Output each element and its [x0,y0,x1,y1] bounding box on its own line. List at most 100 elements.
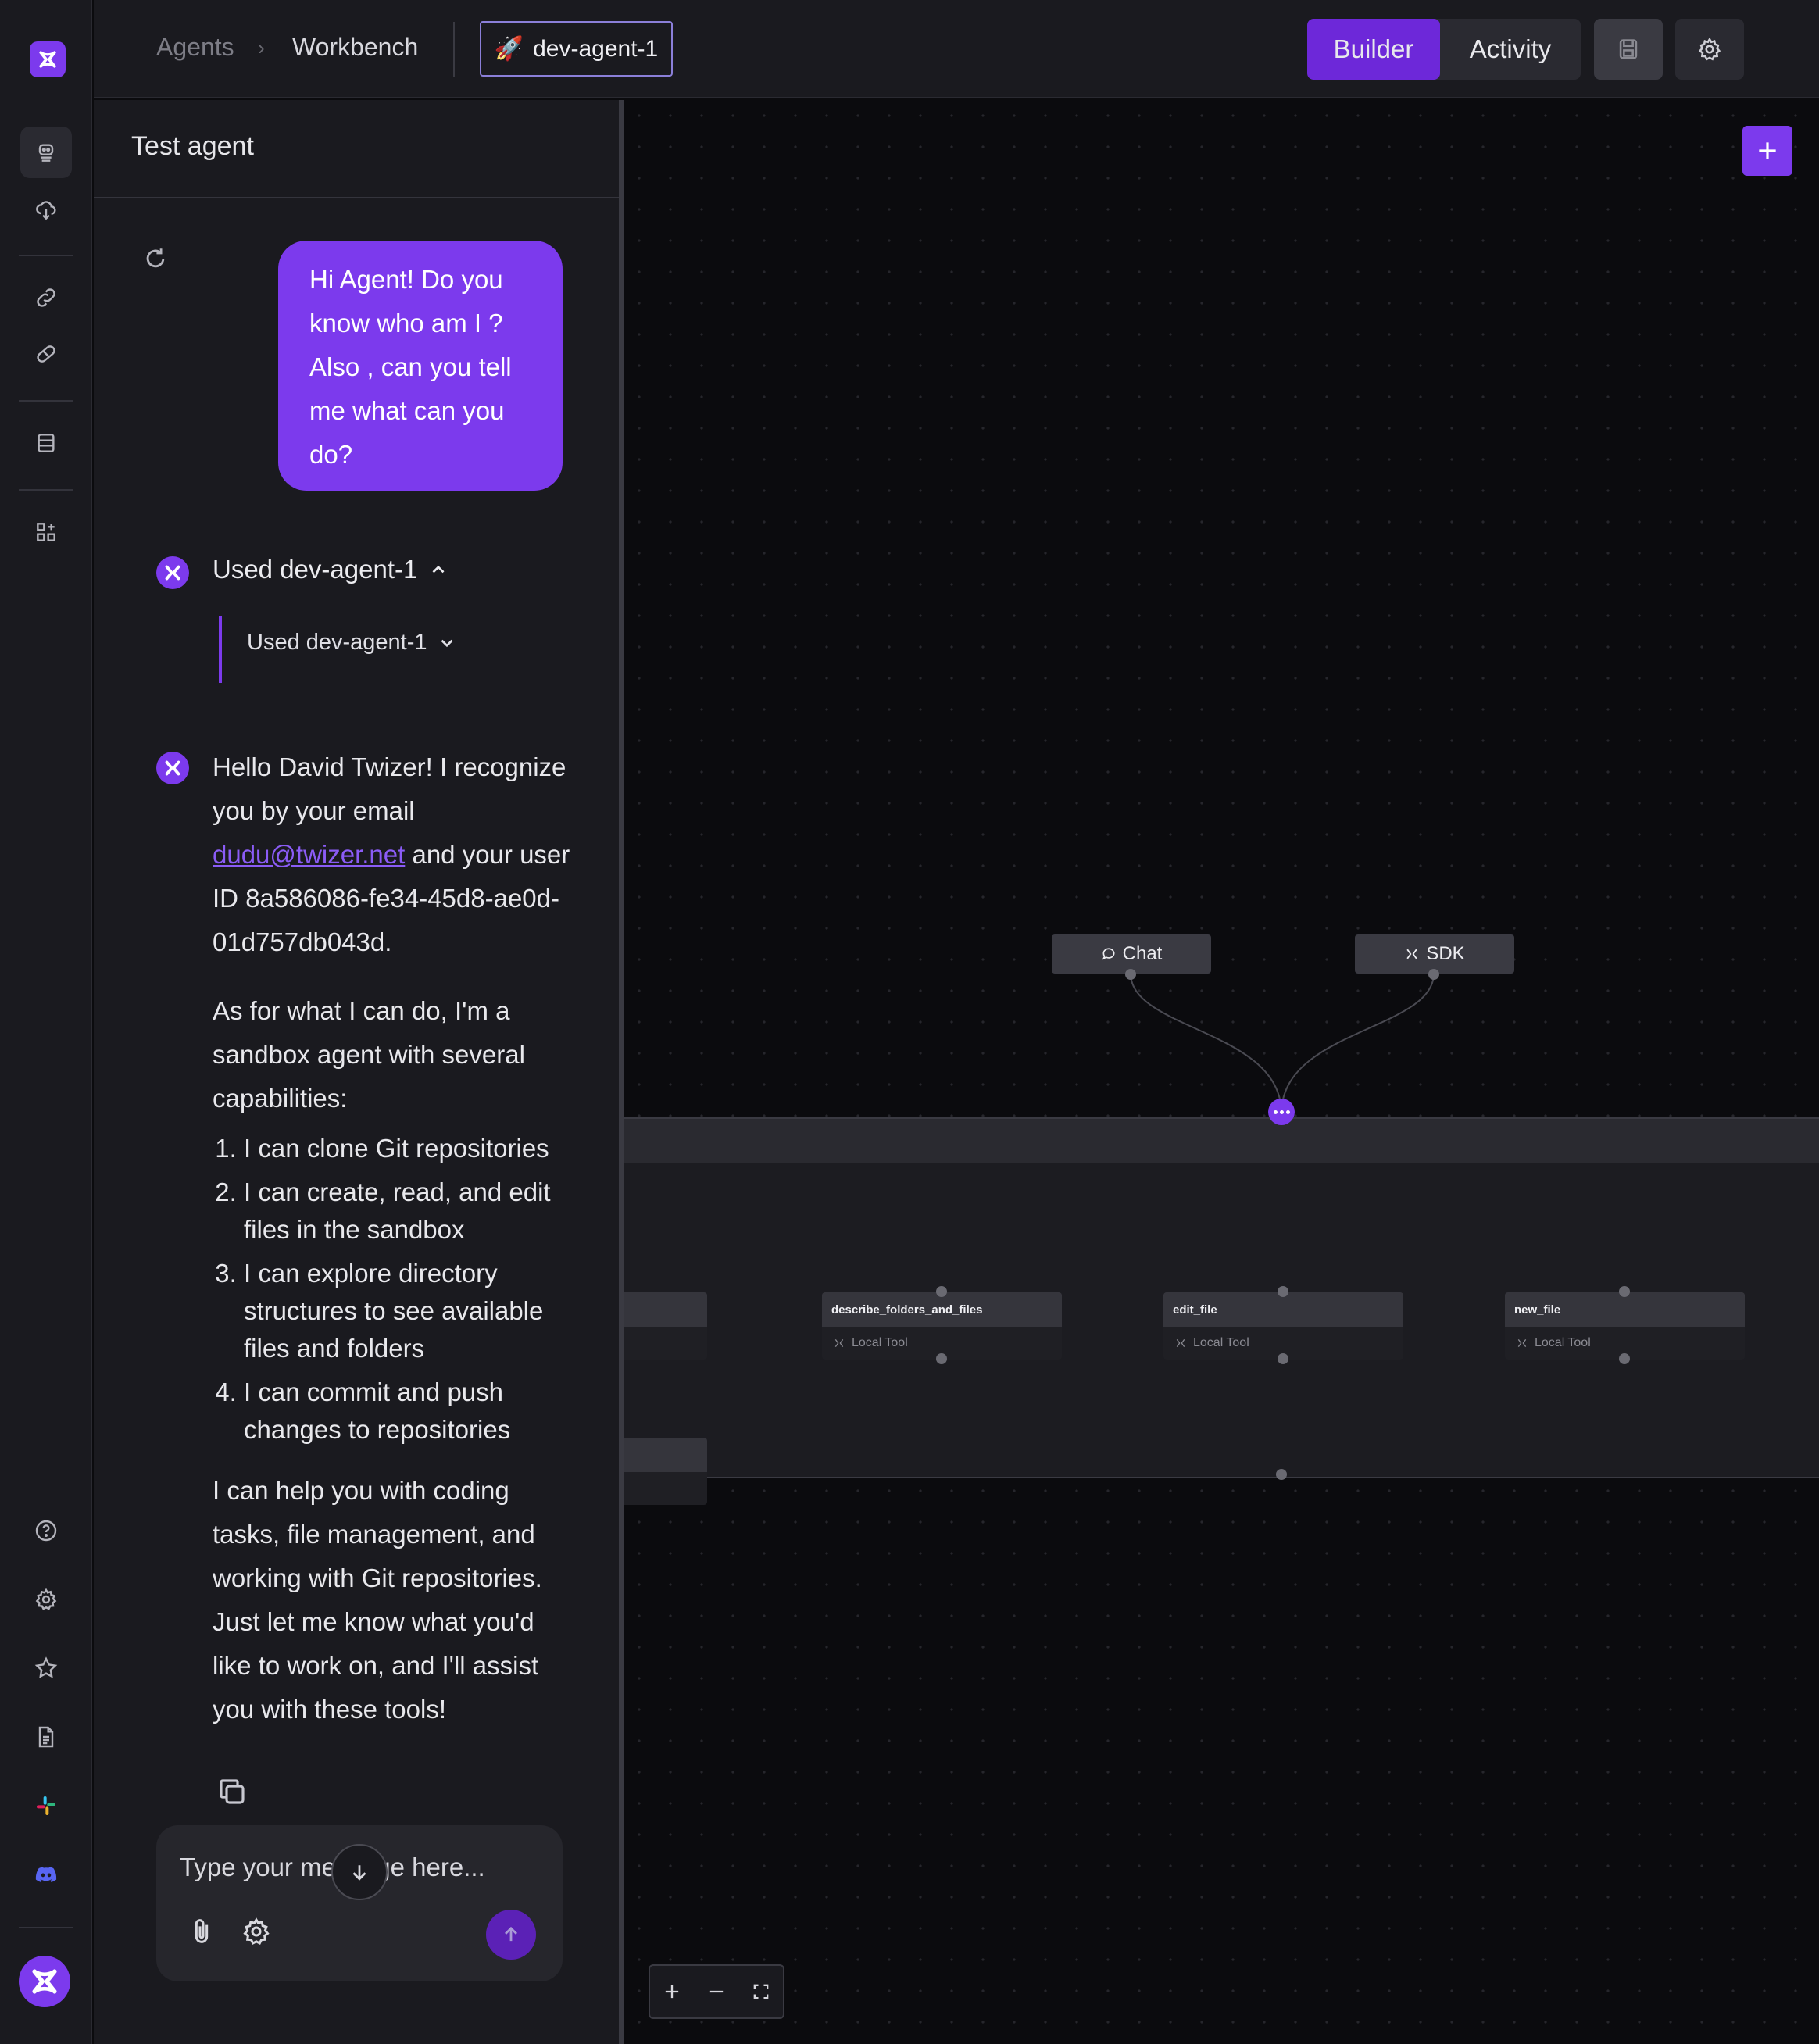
tool-node-partial[interactable] [624,1292,707,1360]
trigger-label: SDK [1426,943,1465,964]
breadcrumb-workbench[interactable]: Workbench [292,33,418,62]
chevron-up-icon [432,565,445,574]
trigger-label: Chat [1122,943,1163,964]
tool-call-sub-toggle[interactable]: Used dev-agent-1 [247,630,457,656]
tool-type: Local Tool [1193,1336,1249,1349]
group-output-handle[interactable] [1276,1469,1287,1480]
top-bar: Agents › Workbench 🚀 dev-agent-1 Builder… [94,0,1819,98]
agent-logo-icon [156,752,189,784]
reply-paragraph: As for what I can do, I'm a sandbox agen… [213,996,525,1113]
tool-node-partial[interactable] [624,1438,707,1505]
node-handle[interactable] [1278,1353,1288,1364]
avatar-logo-icon[interactable] [19,1956,70,2007]
save-icon[interactable] [1594,19,1663,80]
tool-icon [1517,1338,1527,1348]
test-agent-panel: Test agent Hi Agent! Do you know who am … [94,100,619,2044]
node-handle[interactable] [1278,1286,1288,1297]
rocket-icon: 🚀 [494,36,524,62]
group-header[interactable] [624,1119,1819,1163]
arrow-up-icon [505,1926,517,1942]
edge-chat-merge [1130,973,1282,1113]
tool-node-new-file[interactable]: new_file Local Tool [1505,1292,1745,1360]
sdk-icon [1406,949,1417,959]
agent-name: dev-agent-1 [533,35,659,62]
agent-reply: Hello David Twizer! I recognize you by y… [213,745,580,1756]
database-icon[interactable] [20,417,72,469]
list-item: I can explore directory structures to se… [244,1255,580,1367]
tool-icon [834,1338,844,1348]
link-icon[interactable] [20,272,72,323]
agent-group-node[interactable]: describe_folders_and_files Local Tool ed… [624,1117,1819,1505]
builder-canvas[interactable]: Chat SDK describe_folders_and_files Loca… [624,100,1819,2044]
trigger-sdk[interactable]: SDK [1355,934,1514,974]
header-divider [453,22,455,77]
paperclip-icon[interactable] [183,1913,220,1950]
zoom-controls [649,1964,784,2019]
composer-settings-icon[interactable] [238,1913,275,1950]
pill-icon[interactable] [20,328,72,380]
slack-icon[interactable] [20,1780,72,1831]
tool-call-indent-bar [219,616,222,683]
node-handle[interactable] [1619,1286,1630,1297]
agent-logo-icon [156,556,189,589]
list-item: I can clone Git repositories [244,1130,580,1167]
fit-view-icon[interactable] [750,1981,772,2003]
reply-paragraph: I can help you with coding tasks, file m… [213,1476,542,1724]
settings-icon[interactable] [1675,19,1744,80]
zoom-out-icon[interactable] [706,1981,727,2003]
trigger-chat[interactable]: Chat [1052,934,1211,974]
agent-icon[interactable] [20,127,72,178]
breadcrumb-agents[interactable]: Agents [156,33,234,62]
tool-call-sub-label: Used dev-agent-1 [247,630,427,655]
reply-paragraph: Hello David Twizer! I recognize you by y… [213,752,570,956]
refresh-icon[interactable] [142,245,169,272]
scroll-down-button[interactable] [331,1844,388,1900]
node-handle[interactable] [936,1353,947,1364]
tool-call-toggle[interactable]: Used dev-agent-1 [213,555,448,584]
add-node-button[interactable] [1742,126,1792,176]
cloud-deploy-icon[interactable] [20,184,72,236]
user-message: Hi Agent! Do you know who am I ? Also , … [278,241,563,491]
tool-call-label: Used dev-agent-1 [213,555,418,584]
node-handle[interactable] [936,1286,947,1297]
breadcrumb-separator: › [258,36,265,59]
chevron-down-icon [441,639,452,647]
discord-icon[interactable] [20,1849,72,1900]
tool-node-describe-folders[interactable]: describe_folders_and_files Local Tool [822,1292,1062,1360]
send-button[interactable] [486,1910,536,1960]
arrow-down-icon [352,1865,366,1881]
gear-icon[interactable] [20,1574,72,1625]
tool-node-edit-file[interactable]: edit_file Local Tool [1163,1292,1403,1360]
panel-divider [94,197,619,198]
star-icon[interactable] [20,1642,72,1694]
node-handle[interactable] [1125,969,1136,980]
tool-type: Local Tool [852,1336,908,1349]
node-handle[interactable] [1619,1353,1630,1364]
list-item: I can commit and push changes to reposit… [244,1374,580,1449]
edge-sdk-merge [1281,973,1435,1113]
document-icon[interactable] [20,1711,72,1763]
capability-list: I can clone Git repositories I can creat… [213,1130,580,1449]
copy-icon[interactable] [216,1775,248,1808]
logo-icon[interactable] [30,41,66,77]
view-toggle: Builder Activity [1307,19,1581,80]
panel-title: Test agent [131,131,254,161]
tool-name: edit_file [1163,1292,1403,1327]
chat-icon [1102,948,1115,960]
agent-input-handle[interactable] [1268,1099,1295,1125]
apps-add-icon[interactable] [20,506,72,558]
tool-type: Local Tool [1535,1336,1591,1349]
tool-icon [1176,1338,1185,1348]
edge-layer [1130,973,1435,1113]
email-link[interactable]: dudu@twizer.net [213,840,405,869]
activity-tab[interactable]: Activity [1440,19,1581,80]
builder-tab[interactable]: Builder [1307,19,1440,80]
tool-name: new_file [1505,1292,1745,1327]
icon-rail [0,0,92,2044]
zoom-in-icon[interactable] [661,1981,683,2003]
help-icon[interactable] [20,1505,72,1556]
agent-selector[interactable]: 🚀 dev-agent-1 [480,21,673,77]
node-handle[interactable] [1428,969,1439,980]
tool-name: describe_folders_and_files [822,1292,1062,1327]
plus-icon [1759,142,1776,159]
